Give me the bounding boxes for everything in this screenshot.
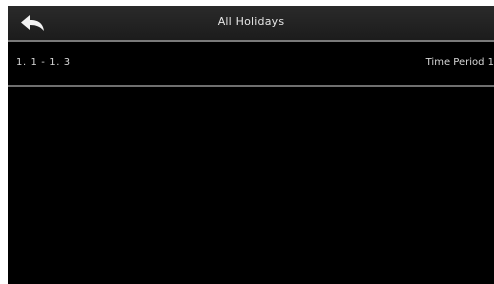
holiday-date-range: 1. 1 - 1. 3 xyxy=(16,57,71,68)
holiday-row[interactable]: 1. 1 - 1. 3 Time Period 1 xyxy=(8,42,494,87)
page-title: All Holidays xyxy=(217,15,285,28)
device-screen: All Holidays 1. 1 - 1. 3 Time Period 1 xyxy=(8,6,494,284)
holiday-time-period: Time Period 1 xyxy=(425,57,494,68)
holiday-list: 1. 1 - 1. 3 Time Period 1 xyxy=(8,42,494,87)
top-bar: All Holidays xyxy=(8,6,494,40)
